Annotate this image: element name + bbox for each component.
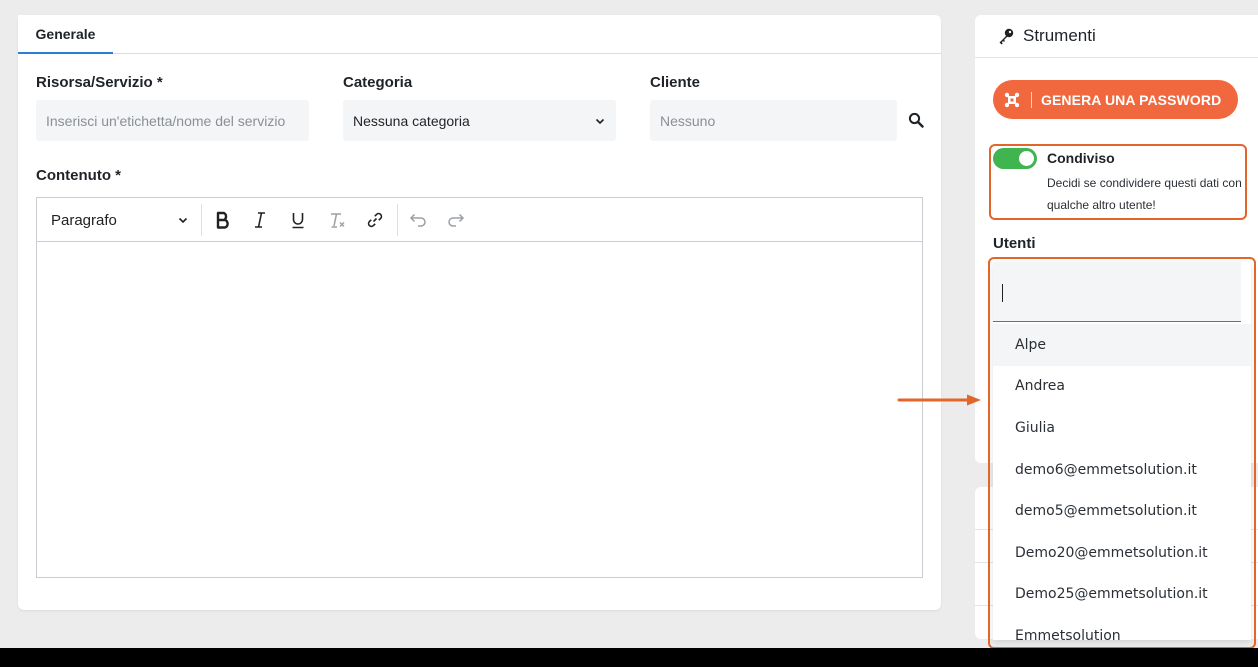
client-search-button[interactable] xyxy=(904,108,928,132)
category-select-value: Nessuna categoria xyxy=(353,112,470,129)
users-search-input[interactable] xyxy=(993,262,1241,322)
chevron-down-icon xyxy=(594,115,606,127)
client-label: Cliente xyxy=(650,74,701,91)
rich-text-editor: Paragrafo xyxy=(36,197,923,578)
main-form-card: Generale Risorsa/Servizio * Categoria Ne… xyxy=(18,15,941,610)
text-caret xyxy=(1002,284,1003,302)
users-label: Utenti xyxy=(993,235,1036,252)
tab-bar: Generale xyxy=(18,15,941,54)
redo-button[interactable] xyxy=(443,208,469,232)
annotation-arrow-icon xyxy=(897,394,981,406)
user-option[interactable]: Emmetsolution xyxy=(993,615,1251,640)
chevron-down-icon xyxy=(177,214,189,226)
redo-icon xyxy=(446,212,466,228)
toggle-knob xyxy=(1019,151,1034,166)
bold-icon xyxy=(215,211,231,229)
key-icon xyxy=(997,27,1015,45)
editor-toolbar: Paragrafo xyxy=(37,198,922,242)
category-select[interactable]: Nessuna categoria xyxy=(343,100,616,141)
undo-icon xyxy=(408,212,428,228)
clear-format-button[interactable] xyxy=(325,208,351,232)
paragraph-style-value: Paragrafo xyxy=(51,211,117,229)
underline-icon xyxy=(290,211,306,229)
user-option[interactable]: Demo25@emmetsolution.it xyxy=(993,574,1251,616)
toolbar-divider xyxy=(201,204,202,236)
resource-label: Risorsa/Servizio * xyxy=(36,74,163,91)
category-label: Categoria xyxy=(343,74,413,91)
tools-header: Strumenti xyxy=(975,15,1258,58)
link-icon xyxy=(366,211,384,229)
search-icon xyxy=(908,112,924,128)
bold-button[interactable] xyxy=(210,208,236,232)
shared-toggle[interactable] xyxy=(993,148,1037,169)
users-dropdown: Alpe Andrea Giulia demo6@emmetsolution.it de… xyxy=(993,262,1251,640)
button-divider xyxy=(1031,91,1032,108)
shared-description: Decidi se condividere questi dati con qu… xyxy=(1047,176,1242,212)
user-option[interactable]: demo5@emmetsolution.it xyxy=(993,490,1251,532)
generate-password-label: GENERA UNA PASSWORD xyxy=(1041,91,1222,108)
user-option[interactable]: Andrea xyxy=(993,366,1251,408)
client-input[interactable] xyxy=(650,100,897,141)
underline-button[interactable] xyxy=(285,208,311,232)
tools-title: Strumenti xyxy=(1023,26,1096,45)
editor-content-area[interactable] xyxy=(37,242,922,577)
italic-button[interactable] xyxy=(247,208,273,232)
users-search-field xyxy=(993,262,1241,322)
content-label: Contenuto * xyxy=(36,167,121,184)
users-options-list: Alpe Andrea Giulia demo6@emmetsolution.it de… xyxy=(993,324,1251,640)
user-option[interactable]: Alpe xyxy=(993,324,1251,366)
clear-format-icon xyxy=(328,211,348,229)
bottom-bar xyxy=(0,648,1258,667)
link-button[interactable] xyxy=(362,208,388,232)
tab-generale[interactable]: Generale xyxy=(18,15,113,54)
resource-input[interactable] xyxy=(36,100,309,141)
user-option[interactable]: Demo20@emmetsolution.it xyxy=(993,532,1251,574)
user-option[interactable]: demo6@emmetsolution.it xyxy=(993,449,1251,491)
user-option[interactable]: Giulia xyxy=(993,407,1251,449)
password-generator-icon xyxy=(1003,91,1025,109)
undo-button[interactable] xyxy=(405,208,431,232)
paragraph-style-select[interactable]: Paragrafo xyxy=(51,208,189,232)
shared-title: Condiviso xyxy=(1047,150,1115,166)
italic-icon xyxy=(252,211,268,229)
toolbar-divider xyxy=(397,204,398,236)
generate-password-button[interactable]: GENERA UNA PASSWORD xyxy=(993,80,1238,119)
